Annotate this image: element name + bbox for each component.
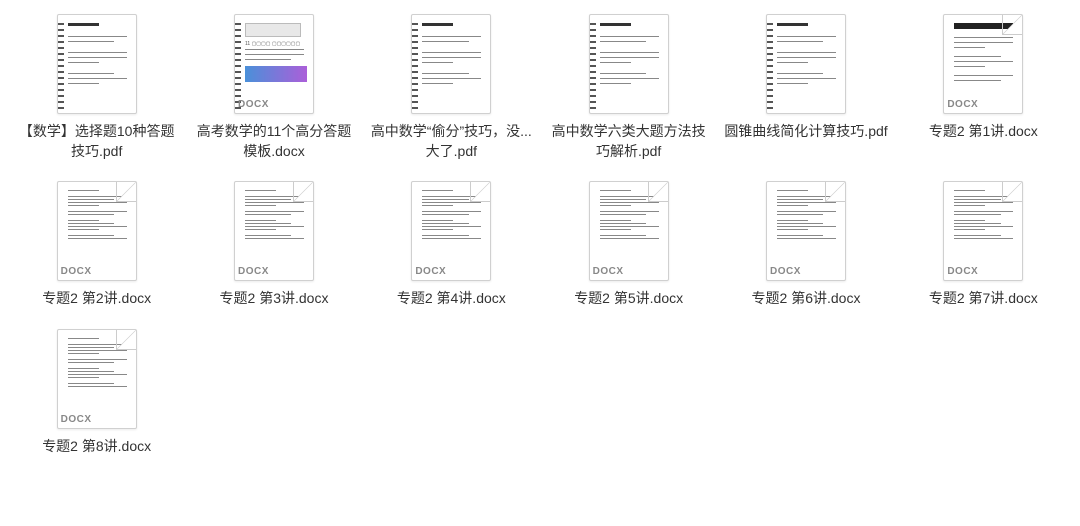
dogear-icon — [116, 330, 136, 350]
docx-badge: DOCX — [947, 266, 978, 277]
file-item[interactable]: DOCX 专题2 第7讲.docx — [897, 177, 1070, 313]
file-label: 圆锥曲线简化计算技巧.pdf — [724, 122, 887, 142]
dogear-icon — [116, 182, 136, 202]
file-label: 专题2 第8讲.docx — [42, 437, 151, 457]
file-label: 专题2 第7讲.docx — [929, 289, 1038, 309]
docx-badge: DOCX — [61, 414, 92, 425]
docx-badge: DOCX — [415, 266, 446, 277]
file-item[interactable]: DOCX 专题2 第8讲.docx — [10, 325, 183, 461]
file-item[interactable]: DOCX 专题2 第5讲.docx — [542, 177, 715, 313]
file-label: 【数学】选择题10种答题技巧.pdf — [14, 122, 179, 161]
file-thumbnail — [589, 14, 669, 114]
dogear-icon — [293, 182, 313, 202]
file-thumbnail — [411, 14, 491, 114]
file-item[interactable]: 高中数学“偷分”技巧，没...大了.pdf — [365, 10, 538, 165]
file-thumbnail — [766, 14, 846, 114]
dogear-icon — [648, 182, 668, 202]
docx-badge: DOCX — [947, 99, 978, 110]
dogear-icon — [470, 182, 490, 202]
file-item[interactable]: 圆锥曲线简化计算技巧.pdf — [719, 10, 892, 165]
docx-badge: DOCX — [770, 266, 801, 277]
file-item[interactable]: DOCX 专题2 第2讲.docx — [10, 177, 183, 313]
file-label: 专题2 第6讲.docx — [752, 289, 861, 309]
file-thumbnail: DOCX — [57, 329, 137, 429]
file-label: 专题2 第2讲.docx — [42, 289, 151, 309]
docx-badge: DOCX — [61, 266, 92, 277]
dogear-icon — [1002, 182, 1022, 202]
file-item[interactable]: DOCX 专题2 第3讲.docx — [187, 177, 360, 313]
file-label: 专题2 第5讲.docx — [574, 289, 683, 309]
file-label: 专题2 第4讲.docx — [397, 289, 506, 309]
dogear-icon — [1002, 15, 1022, 35]
file-item[interactable]: DOCX 专题2 第1讲.docx — [897, 10, 1070, 165]
file-item[interactable]: 高中数学六类大题方法技巧解析.pdf — [542, 10, 715, 165]
file-thumbnail: DOCX — [57, 181, 137, 281]
dogear-icon — [825, 182, 845, 202]
docx-badge: DOCX — [238, 266, 269, 277]
file-thumbnail: DOCX — [766, 181, 846, 281]
file-thumbnail: DOCX — [589, 181, 669, 281]
file-item[interactable]: 11 ▢▢▢▢ ▢▢▢▢▢▢DOCX 高考数学的11个高分答题模板.docx — [187, 10, 360, 165]
docx-badge: DOCX — [593, 266, 624, 277]
file-label: 专题2 第1讲.docx — [929, 122, 1038, 142]
file-thumbnail: DOCX — [411, 181, 491, 281]
file-item[interactable]: DOCX 专题2 第4讲.docx — [365, 177, 538, 313]
file-label: 专题2 第3讲.docx — [220, 289, 329, 309]
file-thumbnail — [57, 14, 137, 114]
file-thumbnail: DOCX — [943, 14, 1023, 114]
file-label: 高中数学六类大题方法技巧解析.pdf — [546, 122, 711, 161]
file-label: 高考数学的11个高分答题模板.docx — [191, 122, 356, 161]
file-thumbnail: 11 ▢▢▢▢ ▢▢▢▢▢▢DOCX — [234, 14, 314, 114]
file-grid: 【数学】选择题10种答题技巧.pdf 11 ▢▢▢▢ ▢▢▢▢▢▢DOCX 高考数学… — [10, 10, 1070, 460]
docx-badge: DOCX — [238, 99, 269, 110]
file-item[interactable]: 【数学】选择题10种答题技巧.pdf — [10, 10, 183, 165]
file-item[interactable]: DOCX 专题2 第6讲.docx — [719, 177, 892, 313]
file-thumbnail: DOCX — [943, 181, 1023, 281]
file-label: 高中数学“偷分”技巧，没...大了.pdf — [369, 122, 534, 161]
file-thumbnail: DOCX — [234, 181, 314, 281]
